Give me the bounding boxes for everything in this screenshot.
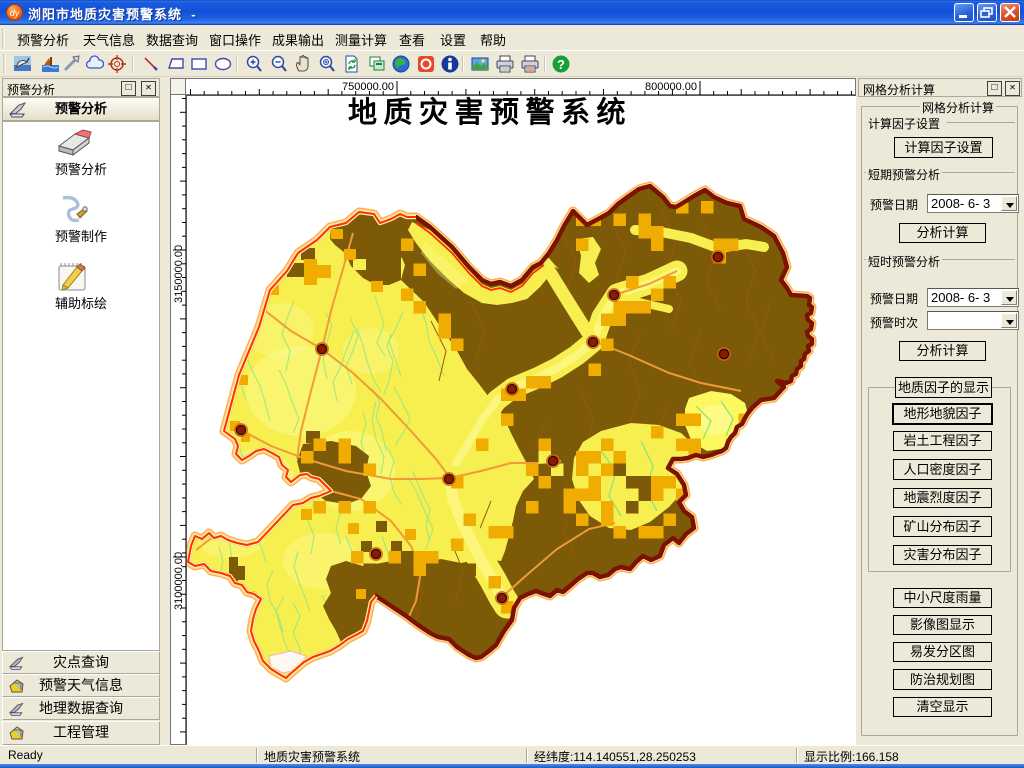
svg-text:3100000.00: 3100000.00	[173, 552, 185, 610]
svg-text:?: ?	[557, 57, 565, 72]
svg-text:3150000.00: 3150000.00	[173, 245, 185, 303]
svg-text:750000.00: 750000.00	[342, 81, 394, 93]
svg-text:800000.00: 800000.00	[645, 81, 697, 93]
svg-text:地质灾害预警系统: 地质灾害预警系统	[348, 96, 632, 129]
